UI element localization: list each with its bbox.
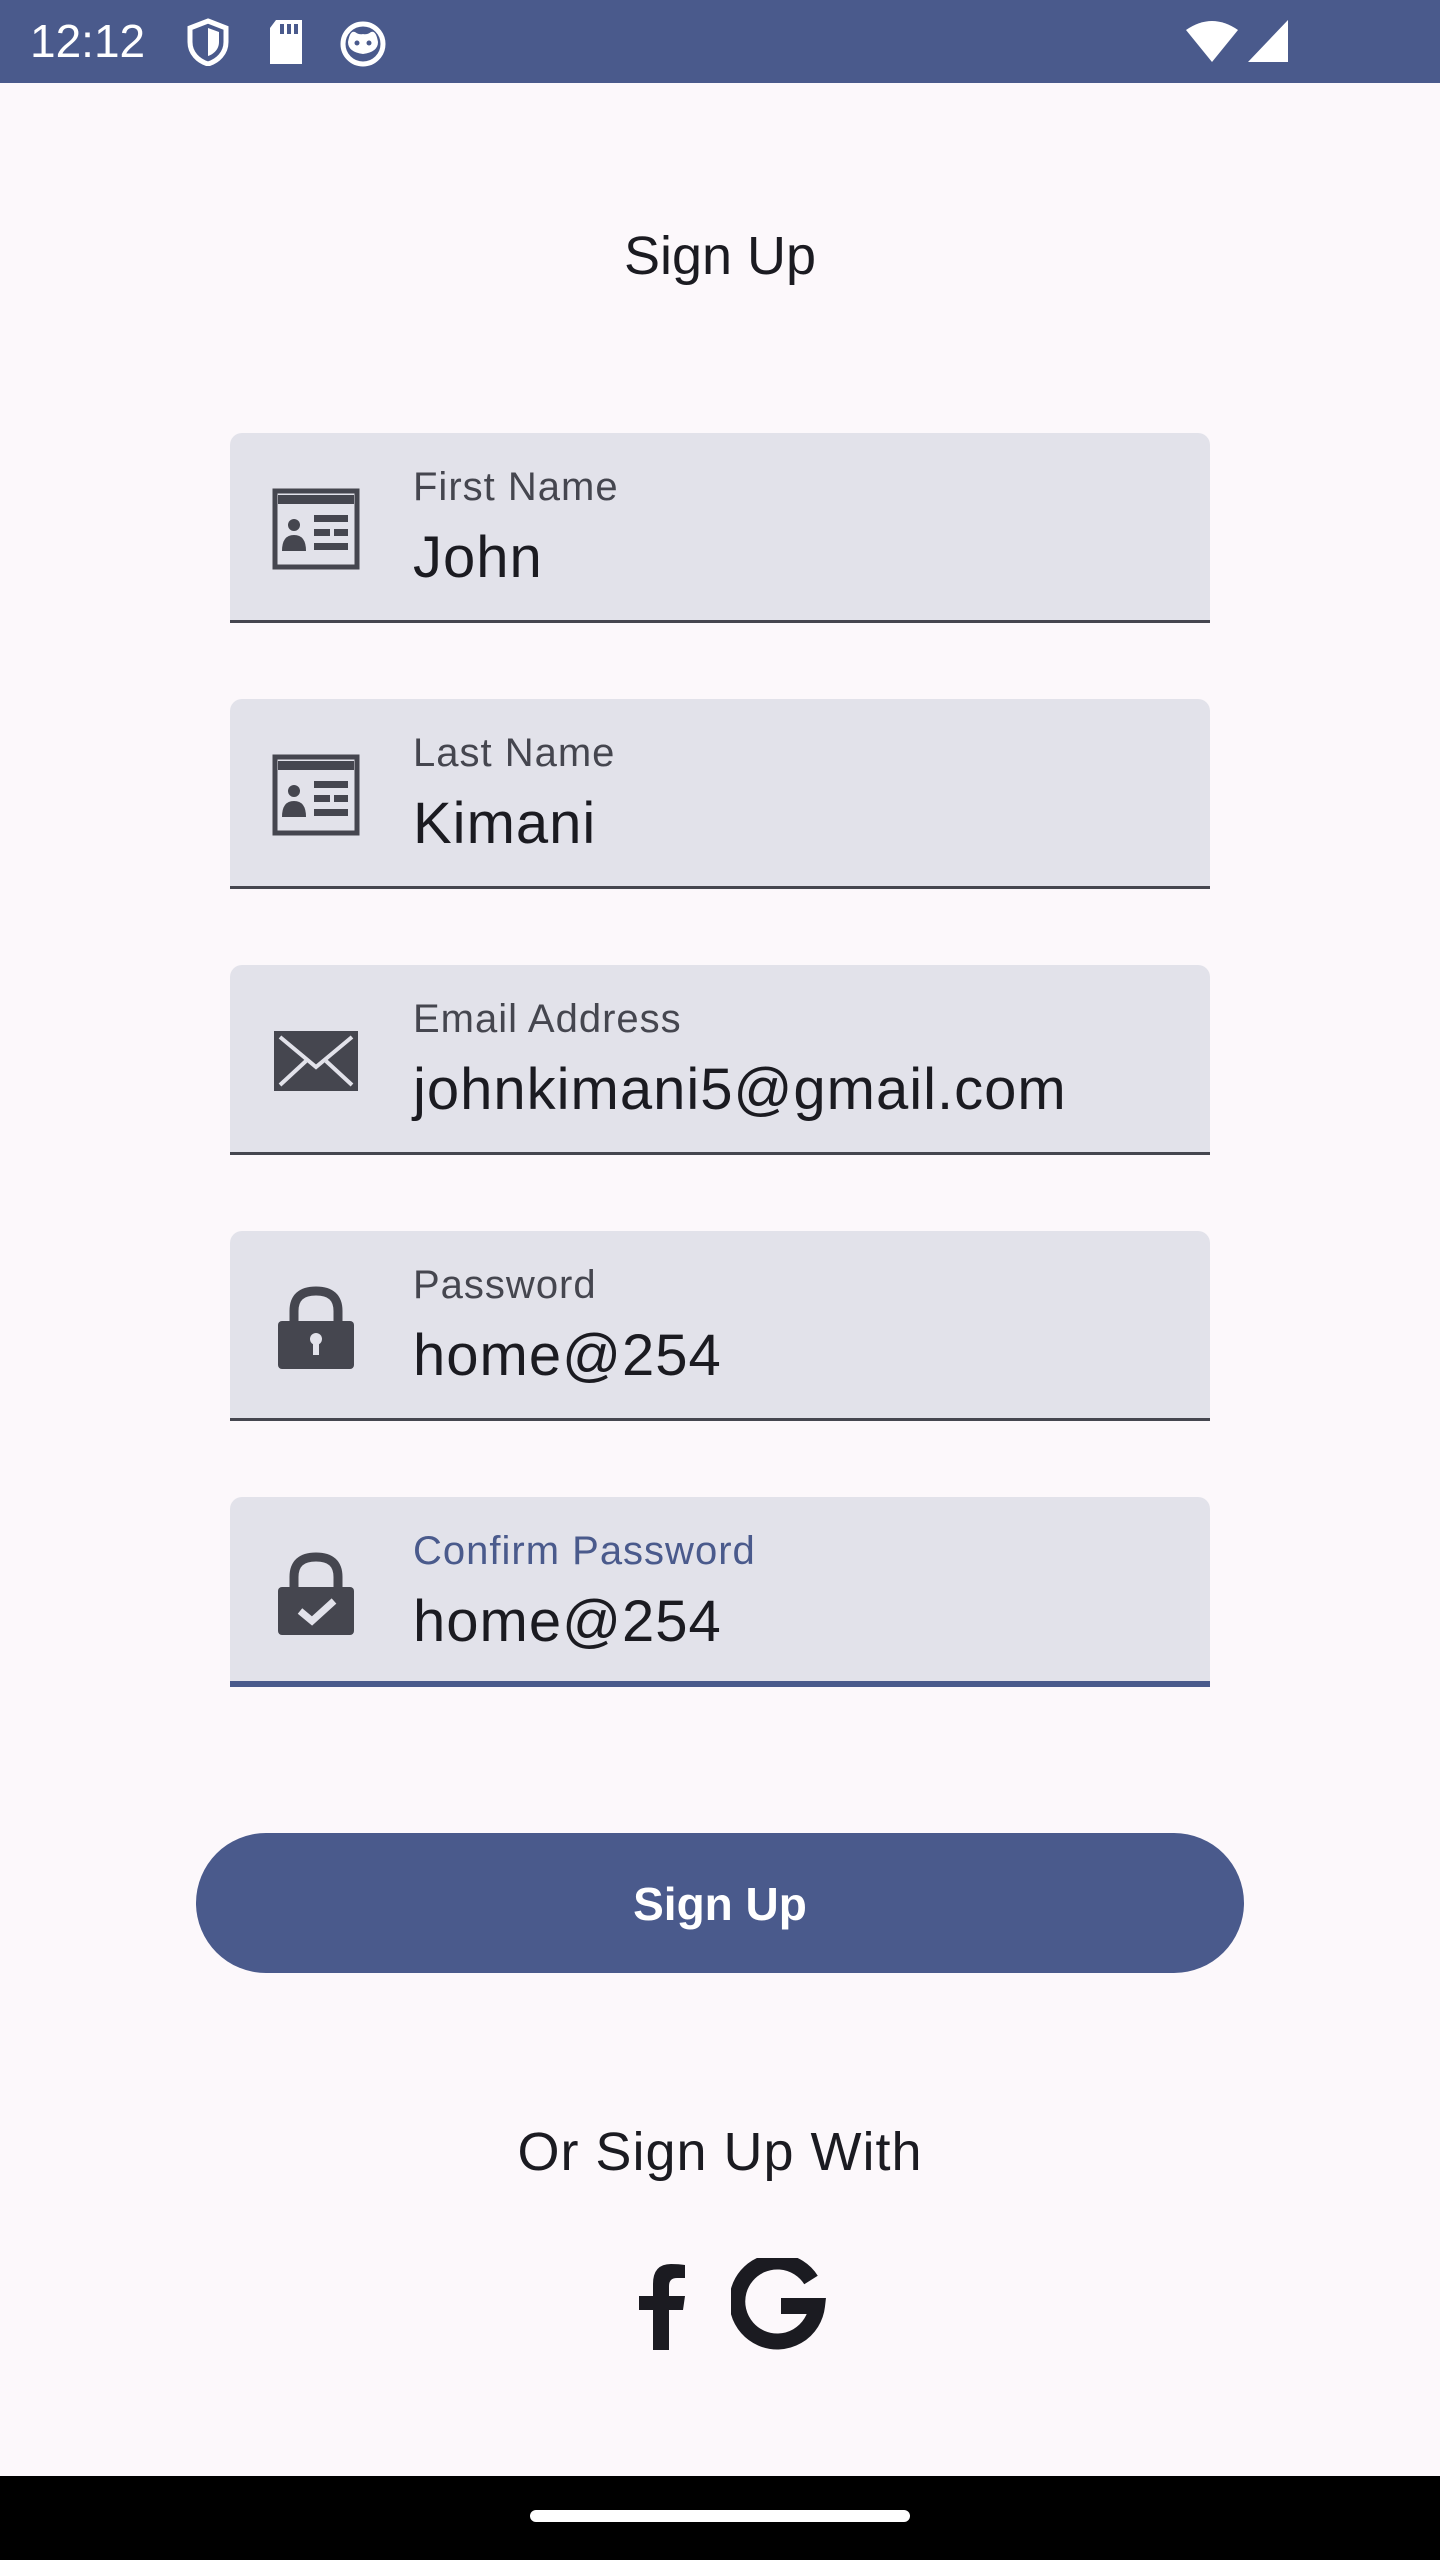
or-sign-up-with-text: Or Sign Up With	[517, 2122, 923, 2182]
confirm-password-field[interactable]: Confirm Password home@254	[230, 1497, 1210, 1687]
sd-card-icon	[270, 20, 302, 64]
id-card-icon	[272, 754, 360, 836]
last-name-field[interactable]: Last Name Kimani	[230, 699, 1210, 889]
status-time: 12:12	[30, 15, 146, 67]
shield-icon	[187, 18, 229, 66]
email-field[interactable]: Email Address johnkimani5@gmail.com	[230, 965, 1210, 1155]
lock-icon	[278, 1286, 354, 1369]
first-name-value[interactable]: John	[413, 523, 543, 593]
first-name-field[interactable]: First Name John	[230, 433, 1210, 623]
wifi-icon	[1186, 21, 1238, 62]
last-name-label: Last Name	[413, 731, 616, 775]
navigation-bar	[0, 2476, 1440, 2560]
sign-up-button[interactable]: Sign Up	[196, 1833, 1244, 1973]
cat-face-icon	[340, 21, 386, 67]
first-name-label: First Name	[413, 465, 619, 509]
password-value[interactable]: home@254	[413, 1321, 722, 1391]
password-label: Password	[413, 1263, 597, 1307]
last-name-value[interactable]: Kimani	[413, 789, 596, 859]
status-bar: 12:12	[0, 0, 1440, 83]
confirm-password-value[interactable]: home@254	[413, 1587, 722, 1657]
email-label: Email Address	[413, 997, 682, 1041]
cellular-signal-icon	[1248, 20, 1288, 62]
id-card-icon	[272, 488, 360, 570]
page-title: Sign Up	[623, 226, 817, 286]
envelope-icon	[274, 1031, 358, 1091]
facebook-icon[interactable]	[613, 2258, 709, 2354]
google-icon[interactable]	[731, 2258, 827, 2354]
password-field[interactable]: Password home@254	[230, 1231, 1210, 1421]
confirm-password-label: Confirm Password	[413, 1529, 756, 1573]
home-gesture-handle[interactable]	[530, 2510, 910, 2522]
email-value[interactable]: johnkimani5@gmail.com	[413, 1055, 1067, 1125]
lock-check-icon	[278, 1552, 354, 1635]
